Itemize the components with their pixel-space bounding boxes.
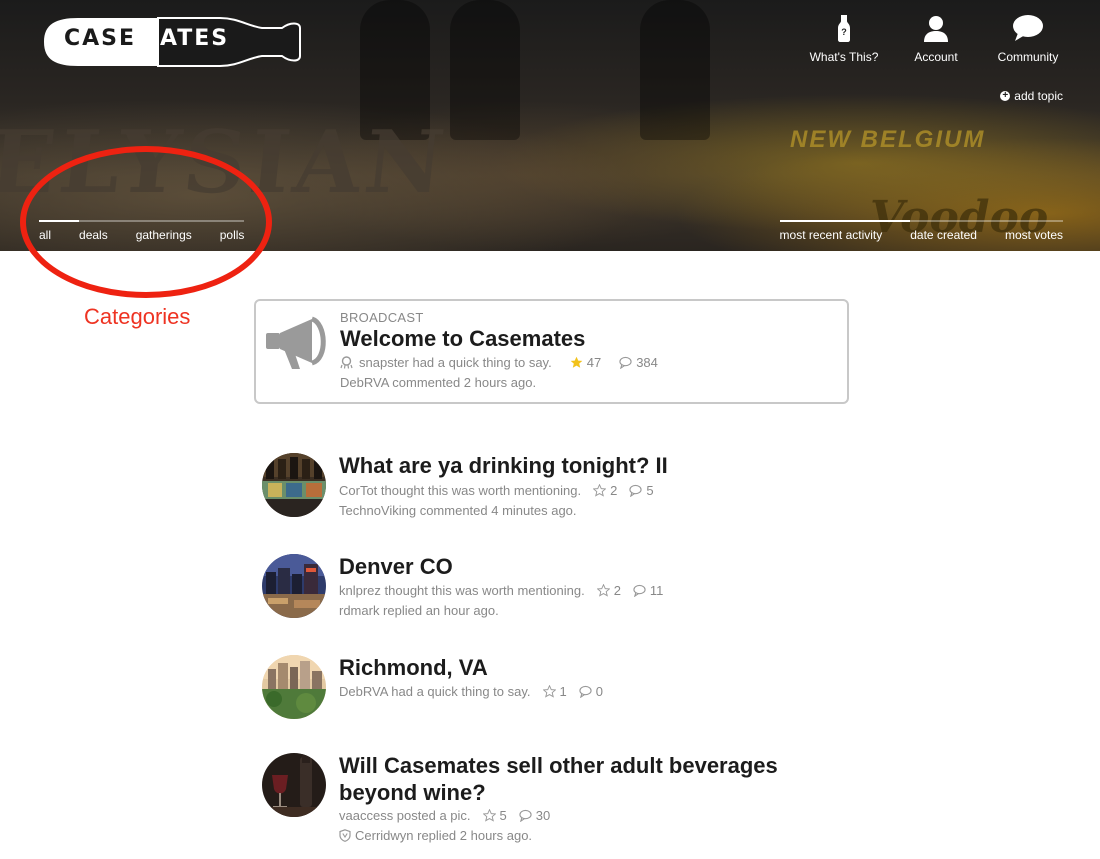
star-count[interactable]: 2 (593, 483, 617, 498)
nav-whats-this[interactable]: ? What's This? (798, 14, 890, 64)
topic-title[interactable]: Will Casemates sell other adult beverage… (339, 752, 809, 806)
topic-meta-text: knlprez thought this was worth mentionin… (339, 583, 585, 598)
topic-last-activity: TechnoViking commented 4 minutes ago. (339, 503, 577, 518)
topic-meta-text: DebRVA had a quick thing to say. (339, 684, 531, 699)
bottle-question-icon: ? (838, 15, 850, 42)
comment-icon (579, 685, 592, 698)
beer-bottles-thumbnail (262, 453, 326, 517)
topic-last-activity: rdmark replied an hour ago. (339, 603, 499, 618)
comment-count[interactable]: 0 (579, 684, 603, 699)
comment-icon (633, 584, 646, 597)
star-count[interactable]: 47 (570, 355, 601, 370)
sort-votes-label: most votes (1004, 228, 1063, 242)
casemates-logo[interactable]: CASEMATES (38, 16, 302, 68)
nav-account-label: Account (914, 50, 958, 64)
city-skyline-thumbnail (262, 655, 326, 719)
topic-meta-text: CorTot thought this was worth mentioning… (339, 483, 582, 498)
comment-count-value: 384 (636, 355, 658, 370)
topic-avatar[interactable] (262, 453, 326, 517)
star-count-value: 2 (613, 583, 621, 598)
star-outline-icon (542, 685, 556, 698)
broadcast-meta-text: snapster had a quick thing to say. (359, 355, 552, 370)
wine-glass-thumbnail (262, 753, 326, 817)
star-count-value: 1 (559, 684, 567, 699)
topic-activity-text: Cerridwyn replied 2 hours ago. (355, 828, 533, 843)
star-count-value: 47 (586, 355, 602, 370)
annotation-circle (20, 146, 272, 298)
logo-wordmark: CASEMATES (64, 26, 229, 51)
logo-text-part1: CASE (64, 26, 137, 51)
banner-background-art: NEW BELGIUM (790, 126, 986, 153)
broadcast-kicker: BROADCAST (340, 310, 424, 325)
city-night-thumbnail (262, 554, 326, 618)
broadcast-card[interactable]: BROADCAST Welcome to Casemates snapster … (254, 299, 849, 404)
sort-recent-label: most recent activity (779, 228, 883, 242)
sort-created-label: date created (910, 228, 977, 242)
sort-most-votes[interactable]: most votes (1004, 220, 1063, 242)
svg-text:?: ? (841, 27, 847, 37)
star-count[interactable]: 5 (482, 808, 507, 823)
add-topic-link[interactable]: + add topic (1000, 89, 1063, 103)
octopus-icon (340, 356, 353, 369)
broadcast-meta: snapster had a quick thing to say. 47 38… (340, 355, 658, 370)
shield-icon (339, 829, 351, 842)
star-filled-icon (570, 356, 583, 368)
star-outline-icon (596, 584, 610, 597)
banner-bottle-image (450, 0, 520, 140)
nav-account[interactable]: Account (890, 14, 982, 64)
comment-icon (619, 356, 632, 369)
topic-meta: CorTot thought this was worth mentioning… (339, 483, 654, 498)
topic-activity-text: rdmark replied an hour ago. (339, 603, 499, 618)
star-outline-icon (482, 809, 496, 822)
nav-whats-this-label: What's This? (809, 50, 879, 64)
topic-activity-text: TechnoViking commented 4 minutes ago. (339, 503, 577, 518)
star-count-value: 5 (499, 808, 507, 823)
comment-icon (519, 809, 532, 822)
topic-meta: vaaccess posted a pic. 5 30 (339, 808, 550, 823)
topic-title[interactable]: Richmond, VA (339, 654, 809, 681)
sort-date-created[interactable]: date created (910, 220, 1005, 242)
nav-community[interactable]: Community (982, 14, 1074, 64)
speech-bubble-icon (1013, 15, 1043, 41)
topic-avatar[interactable] (262, 655, 326, 719)
comment-count[interactable]: 30 (519, 808, 550, 823)
comment-icon (629, 484, 642, 497)
comment-count-value: 11 (649, 583, 664, 598)
star-count-value: 2 (610, 483, 618, 498)
top-navigation: ? What's This? Account Community (798, 14, 1074, 64)
add-topic-label: add topic (1014, 89, 1063, 103)
user-icon (924, 16, 948, 42)
topic-meta: knlprez thought this was worth mentionin… (339, 583, 663, 598)
star-outline-icon (593, 484, 607, 497)
comment-count[interactable]: 5 (629, 483, 654, 498)
sort-most-recent-activity[interactable]: most recent activity (779, 220, 911, 242)
annotation-label: Categories (84, 304, 191, 329)
comment-count-value: 5 (646, 483, 654, 498)
broadcast-title[interactable]: Welcome to Casemates (340, 326, 585, 352)
logo-text-part2: MATES (136, 26, 230, 51)
star-count[interactable]: 1 (542, 684, 567, 699)
banner-bottle-image (640, 0, 710, 140)
comment-count[interactable]: 11 (633, 583, 664, 598)
topic-avatar[interactable] (262, 753, 326, 817)
star-count[interactable]: 2 (596, 583, 621, 598)
topic-title[interactable]: What are ya drinking tonight? II (339, 452, 809, 479)
comment-count[interactable]: 384 (619, 355, 658, 370)
comment-count-value: 30 (535, 808, 551, 823)
plus-circle-icon: + (1000, 91, 1011, 101)
topic-meta-text: vaaccess posted a pic. (339, 808, 471, 823)
topic-meta: DebRVA had a quick thing to say. 1 0 (339, 684, 603, 699)
topic-last-activity: Cerridwyn replied 2 hours ago. (339, 828, 532, 843)
topic-title[interactable]: Denver CO (339, 553, 809, 580)
comment-count-value: 0 (595, 684, 603, 699)
sort-tabs: most recent activity date created most v… (779, 220, 1063, 242)
nav-community-label: Community (997, 50, 1059, 64)
megaphone-icon (266, 316, 326, 369)
broadcast-last-activity: DebRVA commented 2 hours ago. (340, 375, 537, 390)
topic-avatar[interactable] (262, 554, 326, 618)
